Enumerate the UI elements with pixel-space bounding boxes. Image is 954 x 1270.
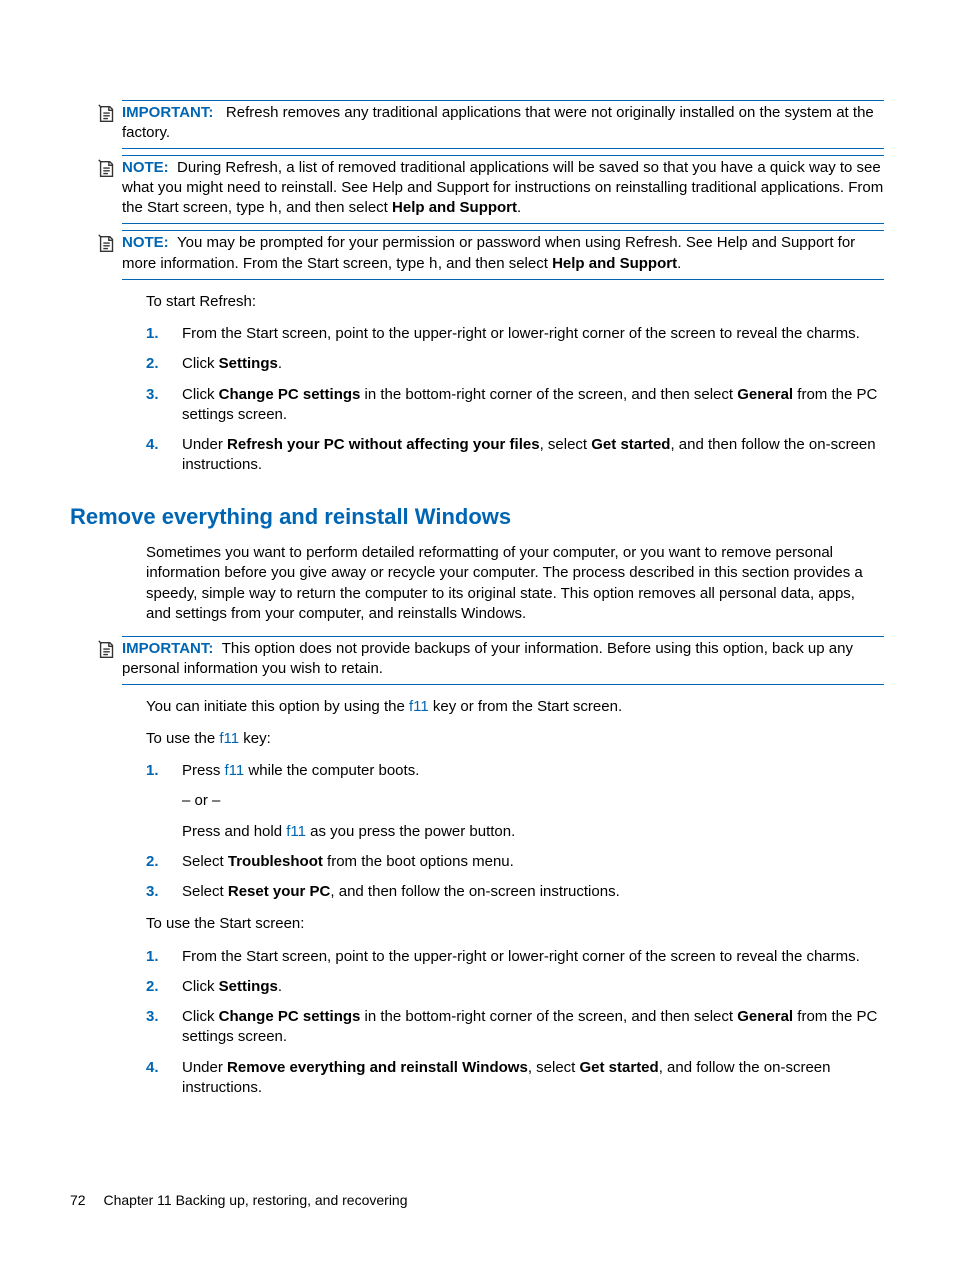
page: IMPORTANT: Refresh removes any tradition…	[0, 0, 954, 1270]
text: To use the	[146, 730, 219, 747]
note-text: .	[517, 199, 521, 216]
step-text: , select	[528, 1059, 580, 1076]
important-callout: IMPORTANT: Refresh removes any tradition…	[122, 100, 884, 149]
section-heading: Remove everything and reinstall Windows	[70, 502, 884, 532]
f11-key: f11	[286, 823, 306, 840]
step-text: Click	[182, 1008, 219, 1025]
note-icon	[96, 158, 118, 180]
note-callout: NOTE: You may be prompted for your permi…	[122, 230, 884, 280]
paragraph: To use the Start screen:	[146, 914, 884, 934]
text: key:	[239, 730, 271, 747]
step-text: From the Start screen, point to the uppe…	[182, 948, 860, 965]
steps-refresh: From the Start screen, point to the uppe…	[146, 324, 884, 476]
step-text: while the computer boots.	[244, 762, 419, 779]
step: Select Troubleshoot from the boot option…	[182, 852, 884, 872]
step-text: .	[278, 978, 282, 995]
chapter-title: Chapter 11 Backing up, restoring, and re…	[103, 1192, 407, 1208]
step-bold: Remove everything and reinstall Windows	[227, 1059, 528, 1076]
step-text: Select	[182, 883, 228, 900]
step: Click Settings.	[182, 354, 884, 374]
f11-key: f11	[409, 698, 429, 715]
important-callout: IMPORTANT: This option does not provide …	[122, 636, 884, 685]
step: From the Start screen, point to the uppe…	[182, 947, 884, 967]
note-text: , and then select	[278, 199, 392, 216]
important-text: Refresh removes any traditional applicat…	[122, 104, 874, 141]
step: Under Remove everything and reinstall Wi…	[182, 1058, 884, 1099]
step-bold: Change PC settings	[219, 1008, 361, 1025]
step-text: Under	[182, 1059, 227, 1076]
step: Select Reset your PC, and then follow th…	[182, 882, 884, 902]
f11-key: f11	[225, 762, 245, 779]
help-support-bold: Help and Support	[392, 199, 517, 216]
step: Click Change PC settings in the bottom-r…	[182, 385, 884, 426]
step-text: , and then follow the on-screen instruct…	[330, 883, 619, 900]
note-icon	[96, 233, 118, 255]
or-separator: – or –	[182, 791, 884, 811]
help-support-bold: Help and Support	[552, 255, 677, 272]
important-label: IMPORTANT:	[122, 640, 213, 657]
step-bold: Troubleshoot	[228, 853, 323, 870]
step: Click Settings.	[182, 977, 884, 997]
step-text: from the boot options menu.	[323, 853, 514, 870]
page-footer: 72 Chapter 11 Backing up, restoring, and…	[70, 1191, 408, 1210]
important-label: IMPORTANT:	[122, 104, 213, 121]
step-text: Select	[182, 853, 228, 870]
key-literal: h	[269, 200, 278, 217]
note-callout: NOTE: During Refresh, a list of removed …	[122, 155, 884, 225]
note-text: .	[677, 255, 681, 272]
important-text: This option does not provide backups of …	[122, 640, 853, 677]
step-text: From the Start screen, point to the uppe…	[182, 325, 860, 342]
steps-start: From the Start screen, point to the uppe…	[146, 947, 884, 1099]
note-label: NOTE:	[122, 159, 169, 176]
page-number: 72	[70, 1192, 86, 1208]
note-text: , and then select	[438, 255, 552, 272]
step-text: Click	[182, 386, 219, 403]
note-icon	[96, 103, 118, 125]
step: Under Refresh your PC without affecting …	[182, 435, 884, 476]
step: From the Start screen, point to the uppe…	[182, 324, 884, 344]
step-text: as you press the power button.	[306, 823, 515, 840]
step-text: Press and hold	[182, 823, 286, 840]
step-text: Press	[182, 762, 225, 779]
step: Press f11 while the computer boots. – or…	[182, 761, 884, 842]
key-literal: h	[429, 256, 438, 273]
step-text: in the bottom-right corner of the screen…	[360, 386, 737, 403]
paragraph: To use the f11 key:	[146, 729, 884, 749]
step-text: , select	[540, 436, 592, 453]
step: Click Change PC settings in the bottom-r…	[182, 1007, 884, 1048]
text: key or from the Start screen.	[429, 698, 622, 715]
step-bold: Refresh your PC without affecting your f…	[227, 436, 540, 453]
step-text: Under	[182, 436, 227, 453]
step-bold: Settings	[219, 355, 278, 372]
paragraph: Sometimes you want to perform detailed r…	[146, 543, 884, 624]
steps-f11: Press f11 while the computer boots. – or…	[146, 761, 884, 902]
paragraph: You can initiate this option by using th…	[146, 697, 884, 717]
step-bold: General	[737, 386, 793, 403]
step-text: .	[278, 355, 282, 372]
step-bold: General	[737, 1008, 793, 1025]
step-text: in the bottom-right corner of the screen…	[360, 1008, 737, 1025]
text: You can initiate this option by using th…	[146, 698, 409, 715]
step-bold: Get started	[591, 436, 670, 453]
paragraph: To start Refresh:	[146, 292, 884, 312]
step-text: Click	[182, 978, 219, 995]
step-bold: Settings	[219, 978, 278, 995]
note-label: NOTE:	[122, 234, 169, 251]
step-text: Click	[182, 355, 219, 372]
f11-key: f11	[219, 730, 239, 747]
step-bold: Reset your PC	[228, 883, 331, 900]
note-icon	[96, 639, 118, 661]
step-bold: Change PC settings	[219, 386, 361, 403]
step-bold: Get started	[580, 1059, 659, 1076]
